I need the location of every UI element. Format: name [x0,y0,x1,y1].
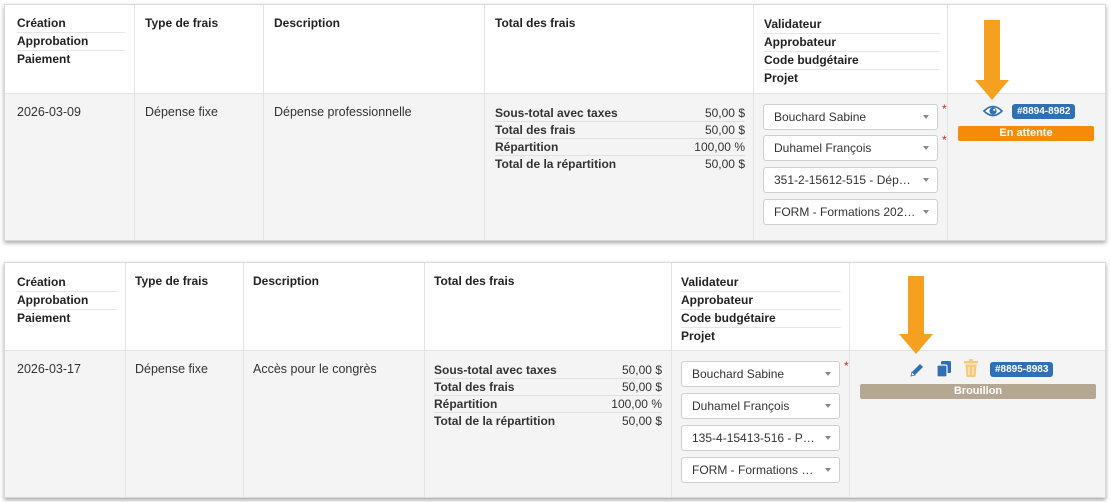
expense-type: Dépense fixe [135,362,208,376]
header-totals: Total des frais [495,16,576,30]
budget-code-select[interactable]: 351-2-15612-515 - Dépense ... [763,167,938,193]
total-row: Total de la répartition 50,00 $ [434,414,662,428]
trash-icon[interactable] [963,359,979,378]
chevron-down-icon [825,436,831,440]
column-description: Description Dépense professionnelle [264,5,485,240]
header-approbation: Approbation [17,292,117,310]
total-row: Total de la répartition 50,00 $ [495,157,745,171]
header-projet: Projet [681,329,716,343]
total-row: Total des frais 50,00 $ [495,123,745,139]
header-totals: Total des frais [434,274,515,288]
annotation-arrow [899,276,933,354]
chevron-down-icon [825,372,831,376]
chevron-down-icon [923,146,929,150]
required-marker: * [844,359,849,373]
header-type: Type de frais [135,274,209,288]
validator-select[interactable]: Bouchard Sabine [681,361,840,387]
validator-select[interactable]: Bouchard Sabine [763,104,938,130]
header-description: Description [253,274,320,288]
eye-icon[interactable] [983,104,1003,118]
totals-list: Sous-total avec taxes 50,00 $ Total des f… [434,362,662,429]
chevron-down-icon [923,178,929,182]
header-approbateur: Approbateur [764,34,940,52]
total-row: Sous-total avec taxes 50,00 $ [434,363,662,379]
required-marker: * [942,102,947,116]
column-totals: Total des frais Sous-total avec taxes 50,… [485,5,754,240]
copy-icon[interactable] [936,360,952,378]
header-projet: Projet [764,71,799,85]
column-actions: #8894-8982 En attente [948,5,1105,240]
creation-date: 2026-03-09 [17,105,81,119]
header-code-budgetaire: Code budgétaire [681,310,841,328]
total-row: Répartition 100,00 % [434,397,662,413]
header-approbateur: Approbateur [681,292,841,310]
total-row: Total des frais 50,00 $ [434,380,662,396]
column-approvals: Validateur Approbateur Code budgétaire P… [754,5,948,240]
project-select[interactable]: FORM - Formations 2023-2... [763,199,938,225]
header-description: Description [274,16,341,30]
header-code-budgetaire: Code budgétaire [764,52,940,70]
chevron-down-icon [825,468,831,472]
column-approvals: Validateur Approbateur Code budgétaire P… [672,263,850,497]
creation-date: 2026-03-17 [17,362,81,376]
column-totals: Total des frais Sous-total avec taxes 50,… [425,263,672,497]
column-dates: Création Approbation Paiement 2026-03-09 [5,5,135,240]
header-paiement: Paiement [17,52,71,66]
header-creation: Création [17,274,117,292]
header-validateur: Validateur [681,274,841,292]
expense-id-badge: #8894-8982 [1012,104,1076,119]
total-row: Répartition 100,00 % [495,140,745,156]
header-creation: Création [17,15,125,33]
expense-description: Dépense professionnelle [274,105,412,119]
header-approbation: Approbation [17,33,125,51]
chevron-down-icon [923,210,929,214]
total-row: Sous-total avec taxes 50,00 $ [495,106,745,122]
column-actions: #8895-8983 Brouillon [850,263,1105,497]
expense-row-panel-1: Création Approbation Paiement 2026-03-09… [4,4,1106,241]
pencil-icon[interactable] [908,361,926,379]
required-marker: * [942,133,947,147]
status-badge: En attente [958,126,1094,141]
totals-list: Sous-total avec taxes 50,00 $ Total des f… [495,105,745,172]
column-dates: Création Approbation Paiement 2026-03-17 [5,263,126,497]
header-validateur: Validateur [764,16,940,34]
expense-description: Accès pour le congrès [253,362,377,376]
expense-row-panel-2: Création Approbation Paiement 2026-03-17… [4,262,1106,498]
header-paiement: Paiement [17,311,71,325]
expense-id-badge: #8895-8983 [990,362,1054,377]
approver-select[interactable]: Duhamel François [763,135,938,161]
expense-type: Dépense fixe [145,105,218,119]
header-type: Type de frais [145,16,219,30]
column-type: Type de frais Dépense fixe [126,263,244,497]
chevron-down-icon [923,115,929,119]
budget-code-select[interactable]: 135-4-15413-516 - Pour ... [681,425,840,451]
status-badge: Brouillon [860,384,1096,399]
project-select[interactable]: FORM - Formations 202... [681,457,840,483]
annotation-arrow [975,20,1009,100]
chevron-down-icon [825,404,831,408]
approver-select[interactable]: Duhamel François [681,393,840,419]
column-type: Type de frais Dépense fixe [135,5,264,240]
column-description: Description Accès pour le congrès [244,263,425,497]
